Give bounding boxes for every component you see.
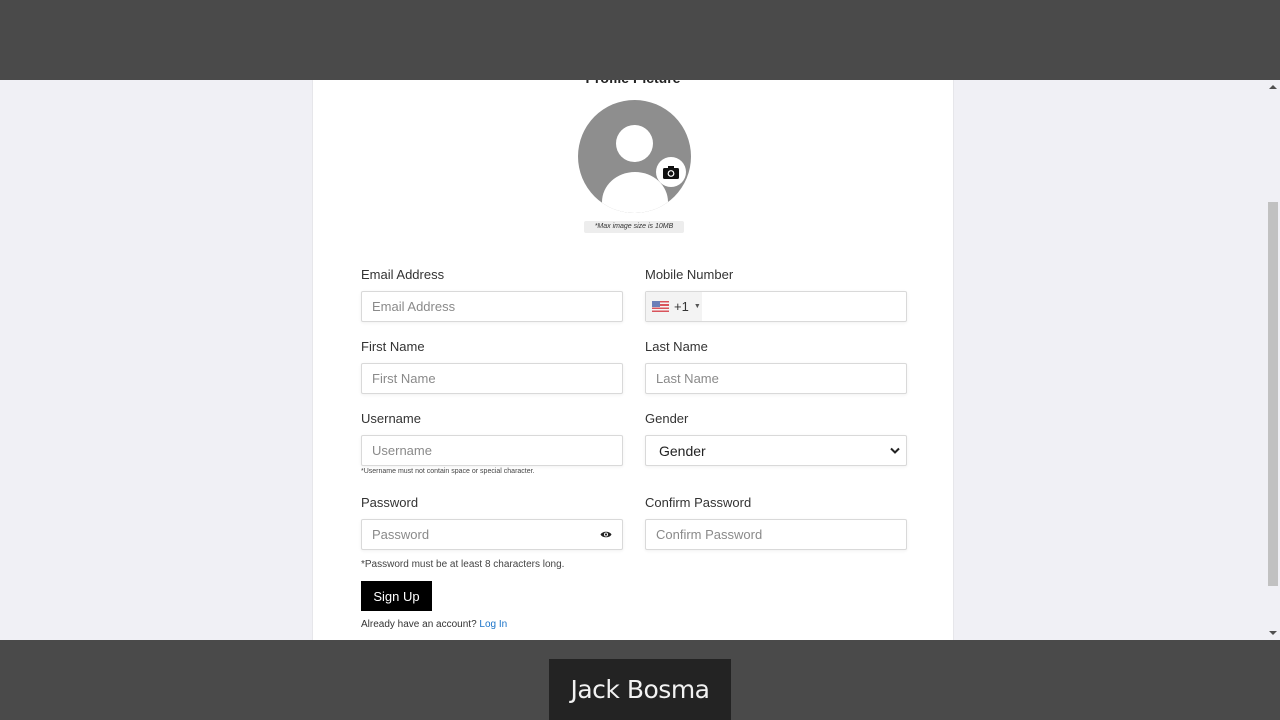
- sign-up-button[interactable]: Sign Up: [361, 581, 432, 611]
- last-name-field-wrapper: [645, 363, 907, 394]
- max-image-size-note: *Max image size is 10MB: [584, 221, 684, 233]
- last-name-input[interactable]: [646, 364, 906, 393]
- profile-picture-title: Profile Picture: [313, 80, 953, 86]
- mobile-field-wrapper: +1 ▼: [645, 291, 962, 322]
- country-code-selector[interactable]: +1 ▼: [646, 292, 702, 321]
- browser-viewport: Profile Picture *Max image size is 10MB …: [0, 80, 1280, 640]
- speaker-caption: Jack Bosma: [549, 659, 731, 720]
- confirm-password-field-wrapper: [645, 519, 907, 550]
- username-field-wrapper: [361, 435, 623, 466]
- account-prompt-text: Already have an account?: [361, 619, 477, 630]
- login-link[interactable]: Log In: [479, 619, 507, 630]
- avatar-head-shape: [616, 125, 653, 162]
- username-input[interactable]: [362, 436, 622, 465]
- country-code: +1: [674, 299, 689, 314]
- scroll-up-arrow-icon[interactable]: [1269, 85, 1277, 89]
- first-name-input[interactable]: [362, 364, 622, 393]
- gender-label: Gender: [645, 411, 689, 426]
- username-label: Username: [361, 411, 421, 426]
- vertical-scrollbar[interactable]: [1265, 80, 1280, 640]
- scroll-down-arrow-icon[interactable]: [1269, 631, 1277, 635]
- email-label: Email Address: [361, 267, 445, 282]
- login-prompt: Already have an account? Log In: [361, 619, 507, 630]
- gender-selected-value: Gender: [659, 442, 706, 459]
- mobile-input[interactable]: [702, 292, 962, 321]
- caret-down-icon: ▼: [693, 303, 701, 310]
- username-hint: *Username must not contain space or spec…: [361, 468, 535, 475]
- eye-icon[interactable]: [600, 530, 612, 539]
- email-input[interactable]: [362, 292, 622, 321]
- first-name-label: First Name: [361, 339, 425, 354]
- gender-select[interactable]: Gender: [645, 435, 907, 466]
- password-input[interactable]: [362, 520, 622, 549]
- last-name-label: Last Name: [645, 339, 708, 354]
- signup-card: Profile Picture *Max image size is 10MB …: [312, 80, 962, 640]
- upload-photo-button[interactable]: [656, 157, 686, 187]
- email-field-wrapper: [361, 291, 623, 322]
- video-top-bar: [0, 0, 1280, 80]
- mobile-label: Mobile Number: [645, 267, 734, 282]
- first-name-field-wrapper: [361, 363, 623, 394]
- chevron-down-icon: [890, 447, 900, 454]
- scrollbar-thumb[interactable]: [1268, 202, 1278, 586]
- password-label: Password: [361, 495, 419, 510]
- camera-icon: [663, 165, 679, 179]
- password-hint: *Password must be at least 8 characters …: [361, 559, 565, 570]
- password-field-wrapper: [361, 519, 623, 550]
- confirm-password-input[interactable]: [646, 520, 906, 549]
- confirm-password-label: Confirm Password: [645, 495, 752, 510]
- us-flag-icon: [652, 301, 669, 312]
